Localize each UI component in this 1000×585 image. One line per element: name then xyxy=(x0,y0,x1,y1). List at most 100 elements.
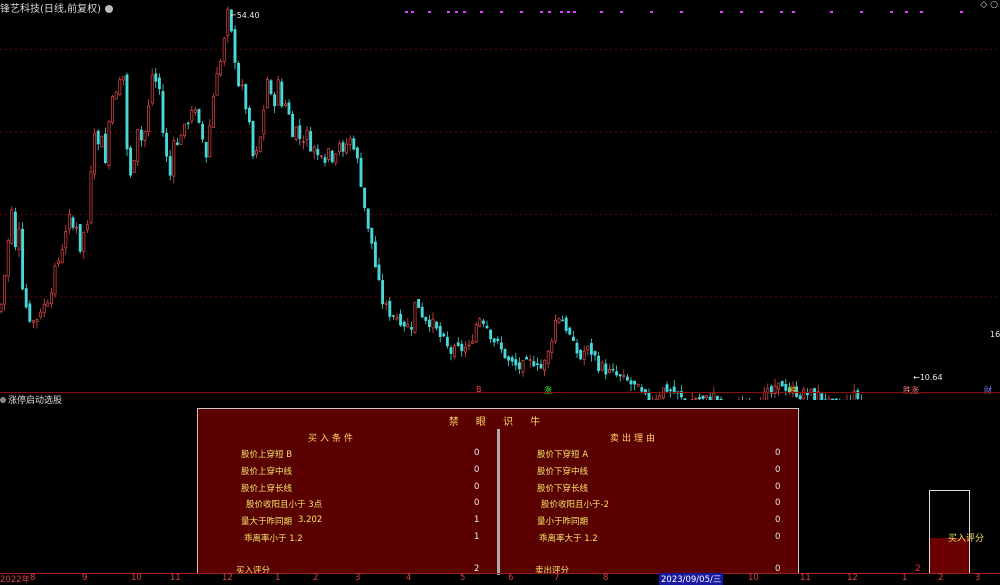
panel-divider xyxy=(497,429,500,575)
candle-body xyxy=(122,77,124,80)
candle-body xyxy=(306,130,308,140)
candle-body xyxy=(418,299,420,307)
candle-body xyxy=(137,129,139,161)
signal-dot xyxy=(620,11,623,13)
candle-body xyxy=(450,348,452,354)
buy-row-value: 0 xyxy=(474,498,479,508)
candle-body xyxy=(61,250,63,263)
signal-marker-die: 跌 xyxy=(789,385,797,396)
candle-body xyxy=(616,372,618,375)
signal-dot xyxy=(405,11,408,13)
signal-dot xyxy=(480,11,483,13)
buy-row-label: 量大于昨同期 xyxy=(241,515,292,527)
sell-row-label: 股价收阳且小于-2 xyxy=(541,498,609,510)
candle-body xyxy=(814,389,816,400)
candle-body xyxy=(281,82,283,106)
candle-body xyxy=(364,188,366,208)
price-chart[interactable] xyxy=(0,0,1000,400)
candle-body xyxy=(169,157,171,176)
candle-body xyxy=(212,97,214,128)
signal-dot xyxy=(720,11,723,13)
candle-body xyxy=(439,326,441,336)
candle-body xyxy=(151,75,153,103)
signal-dot xyxy=(600,11,603,13)
signal-dot xyxy=(920,11,923,13)
candle-body xyxy=(425,317,427,320)
candle-body xyxy=(630,381,632,384)
candle-body xyxy=(119,79,121,94)
candle-body xyxy=(356,148,358,158)
signal-dot xyxy=(792,11,795,13)
candle-body xyxy=(446,337,448,346)
candle-body xyxy=(220,61,222,74)
chart-title: 锋艺科技(日线,前复权) xyxy=(0,0,113,15)
candle-body xyxy=(565,318,567,331)
diamond-icon[interactable]: ◇ xyxy=(980,0,987,10)
candle-body xyxy=(180,136,182,145)
candle-body xyxy=(83,232,85,251)
candle-body xyxy=(468,345,470,346)
candle-body xyxy=(828,399,830,400)
sell-row-value: 0 xyxy=(775,532,780,542)
circle-icon[interactable]: ○ xyxy=(990,0,998,10)
candle-body xyxy=(353,139,355,149)
candle-body xyxy=(493,339,495,342)
candle-body xyxy=(392,316,394,317)
candle-body xyxy=(706,395,708,397)
candle-body xyxy=(11,210,13,243)
window-controls[interactable]: ◇ ○ xyxy=(980,0,998,10)
candle-body xyxy=(608,369,610,372)
candle-body xyxy=(101,136,103,147)
candle-body xyxy=(79,224,81,251)
signal-dot xyxy=(540,11,543,13)
candle-body xyxy=(821,394,823,400)
candle-body xyxy=(659,396,661,400)
candle-body xyxy=(436,322,438,328)
candle-body xyxy=(562,320,564,321)
candle-body xyxy=(518,363,520,369)
candle-body xyxy=(338,144,340,152)
signal-dot xyxy=(567,11,570,13)
candle-body xyxy=(130,148,132,175)
settings-dot-icon[interactable] xyxy=(105,5,113,13)
candle-body xyxy=(7,240,9,276)
candle-body xyxy=(140,130,142,140)
candle-body xyxy=(648,392,650,400)
candle-body xyxy=(835,399,837,400)
buy-row-value: 1 xyxy=(474,515,479,525)
candle-body xyxy=(234,30,236,63)
candle-body xyxy=(94,134,96,175)
candle-body xyxy=(133,160,135,172)
indicator-label[interactable]: 涨停启动选股 xyxy=(0,393,62,406)
candle-body xyxy=(428,320,430,327)
candle-body xyxy=(533,362,535,366)
candle-body xyxy=(238,63,240,85)
candle-body xyxy=(619,375,621,376)
sell-row-label: 量小于昨同期 xyxy=(537,515,588,527)
candle-body xyxy=(284,104,286,106)
candle-body xyxy=(414,303,416,333)
candle-body xyxy=(331,151,333,162)
signal-dot xyxy=(411,11,414,13)
signal-marker-zhang: 涨 xyxy=(544,385,552,396)
candle-body xyxy=(97,131,99,144)
candle-body xyxy=(702,396,704,398)
candle-body xyxy=(763,392,765,400)
candle-body xyxy=(576,343,578,353)
candle-body xyxy=(22,229,24,289)
candle-body xyxy=(475,324,477,341)
candle-body xyxy=(155,74,157,81)
candle-body xyxy=(266,80,268,108)
signal-marker-diezhang: 跌涨 xyxy=(903,385,919,396)
panel-separator[interactable] xyxy=(0,392,1000,393)
candle-body xyxy=(54,266,56,294)
candle-body xyxy=(407,324,409,327)
candle-body xyxy=(166,133,168,156)
candle-body xyxy=(209,126,211,157)
candle-body xyxy=(158,78,160,89)
candle-body xyxy=(544,360,546,370)
candle-body xyxy=(295,127,297,139)
candle-body xyxy=(594,352,596,356)
candle-body xyxy=(227,9,229,35)
signal-dot xyxy=(447,11,450,13)
